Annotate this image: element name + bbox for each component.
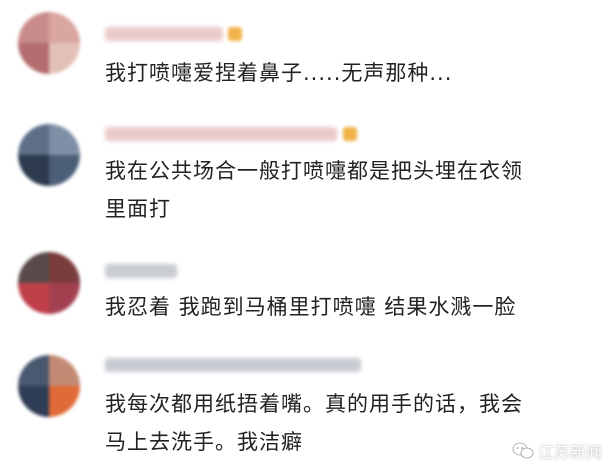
- watermark: 江苏新闻: [512, 439, 602, 463]
- comment-text: 我忍着 我跑到马桶里打喷嚏 结果水溅一脸: [105, 288, 585, 326]
- comment-text-line: 我忍着 我跑到马桶里打喷嚏 结果水溅一脸: [105, 295, 517, 319]
- wechat-icon: [512, 442, 534, 460]
- username-blurred[interactable]: [105, 127, 337, 141]
- username-blurred[interactable]: [105, 264, 177, 278]
- avatar[interactable]: [18, 124, 80, 186]
- comment-item: 我在公共场合一般打喷嚏都是把头埋在衣领 里面打: [0, 110, 614, 240]
- username-blurred[interactable]: [105, 27, 223, 41]
- username-blurred[interactable]: [105, 358, 361, 372]
- comment-text: 我在公共场合一般打喷嚏都是把头埋在衣领 里面打: [105, 152, 585, 228]
- comment-text-line: 我在公共场合一般打喷嚏都是把头埋在衣领: [105, 159, 523, 183]
- avatar[interactable]: [18, 252, 80, 314]
- comment-text-line: 我打喷嚏爱捏着鼻子.....无声那种...: [105, 61, 453, 85]
- avatar[interactable]: [18, 355, 80, 417]
- comment-item: 我忍着 我跑到马桶里打喷嚏 结果水溅一脸: [0, 240, 614, 345]
- vip-badge-icon: [343, 127, 357, 141]
- vip-badge-icon: [228, 27, 242, 41]
- comment-text-line: 里面打: [105, 197, 171, 221]
- avatar[interactable]: [18, 12, 80, 74]
- comment-item: 我打喷嚏爱捏着鼻子.....无声那种...: [0, 0, 614, 110]
- comment-feed: 我打喷嚏爱捏着鼻子.....无声那种... 我在公共场合一般打喷嚏都是把头埋在衣…: [0, 0, 614, 475]
- comment-text-line: 我每次都用纸捂着嘴。真的用手的话，我会: [105, 392, 523, 416]
- watermark-label: 江苏新闻: [537, 443, 602, 462]
- comment-text: 我打喷嚏爱捏着鼻子.....无声那种...: [105, 54, 585, 92]
